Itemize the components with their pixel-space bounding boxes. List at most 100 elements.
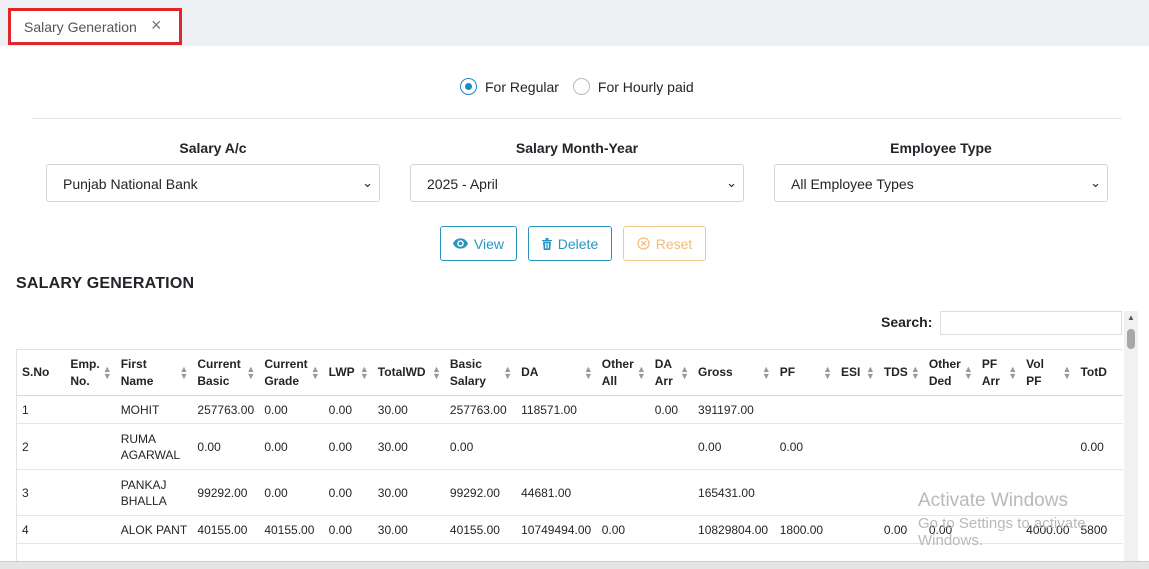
column-header[interactable]: PF Arr ▲ ▼ xyxy=(976,349,1022,396)
table-cell: 30.00 xyxy=(372,423,445,470)
column-header-label: First Name xyxy=(120,356,154,388)
sort-arrows-icon[interactable]: ▲ ▼ xyxy=(1008,364,1017,380)
column-header[interactable]: Other All ▲ ▼ xyxy=(596,349,650,396)
divider xyxy=(32,118,1122,119)
chevron-down-icon: ⌄ xyxy=(362,175,373,190)
view-button[interactable]: View xyxy=(440,226,517,261)
column-header[interactable]: TotalWD ▲ ▼ xyxy=(372,349,445,396)
sort-arrows-icon[interactable]: ▲ ▼ xyxy=(432,364,441,380)
delete-button[interactable]: Delete xyxy=(528,226,612,261)
table-cell: 391197.00 xyxy=(693,395,775,424)
sort-arrows-icon[interactable]: ▲ ▼ xyxy=(584,364,593,380)
activate-windows-watermark: Activate Windows Go to Settings to activ… xyxy=(918,490,1149,549)
column-header[interactable]: Current Basic ▲ ▼ xyxy=(192,349,260,396)
column-header[interactable]: Basic Salary ▲ ▼ xyxy=(444,349,517,396)
table-cell xyxy=(65,469,116,516)
table-cell xyxy=(596,395,650,424)
search-input[interactable] xyxy=(940,311,1122,335)
column-header[interactable]: First Name ▲ ▼ xyxy=(115,349,193,396)
column-header[interactable]: Vol PF ▲ ▼ xyxy=(1021,349,1076,396)
table-cell: 0.00 xyxy=(323,515,373,544)
radio-checked-icon[interactable] xyxy=(460,78,477,95)
sort-arrows-icon[interactable]: ▲ ▼ xyxy=(823,364,832,380)
table-cell xyxy=(976,423,1022,470)
column-header-label: DA xyxy=(521,365,539,379)
radio-unchecked-icon[interactable] xyxy=(572,78,590,95)
cancel-circle-icon xyxy=(637,237,650,250)
sort-arrows-icon[interactable]: ▲ ▼ xyxy=(103,364,112,380)
table-cell xyxy=(835,469,879,516)
table-row[interactable]: 2 RUMA AGARWAL 0.00 0.00 0.00 30.00 0.00 0.00 0.… xyxy=(17,423,1123,470)
table-cell xyxy=(649,423,694,470)
column-header[interactable]: Current Grade ▲ ▼ xyxy=(259,349,324,396)
search-label: Search: xyxy=(881,314,933,330)
table-cell: PANKAJ BHALLA xyxy=(115,469,193,516)
column-header[interactable]: DA ▲ ▼ xyxy=(516,349,597,396)
sort-arrows-icon[interactable]: ▲ ▼ xyxy=(866,364,875,380)
table-header-row: S.No Emp. No. ▲ ▼ First Name ▲ ▼ Current Basic ▲… xyxy=(17,349,1123,396)
table-cell: 0.00 xyxy=(192,423,260,470)
column-header[interactable]: TDS ▲ ▼ xyxy=(878,349,924,396)
column-header[interactable]: S.No xyxy=(17,349,66,396)
table-cell xyxy=(516,423,597,470)
sort-arrows-icon[interactable]: ▲ ▼ xyxy=(246,364,255,380)
table-cell xyxy=(835,395,879,424)
table-cell: 44681.00 xyxy=(516,469,597,516)
table-cell xyxy=(65,515,116,544)
close-icon[interactable]: × xyxy=(151,16,162,34)
sort-arrows-icon[interactable]: ▲ ▼ xyxy=(1063,364,1072,380)
column-header[interactable]: ESI ▲ ▼ xyxy=(835,349,879,396)
table-cell xyxy=(835,423,879,470)
trash-icon xyxy=(541,237,552,250)
sort-arrows-icon[interactable]: ▲ ▼ xyxy=(762,364,771,380)
table-cell: 0.00 xyxy=(323,395,373,424)
column-header[interactable]: PF ▲ ▼ xyxy=(774,349,836,396)
employee-type-label: Employee Type xyxy=(890,140,992,156)
scroll-thumb[interactable] xyxy=(1127,329,1135,349)
salary-month-year-value: 2025 - April xyxy=(427,176,498,192)
reset-button[interactable]: Reset xyxy=(623,226,706,261)
salary-month-year-label: Salary Month-Year xyxy=(515,140,639,156)
table-cell: 0.00 xyxy=(259,395,324,424)
salary-ac-value: Punjab National Bank xyxy=(63,176,198,192)
table-cell: 30.00 xyxy=(372,469,445,516)
table-cell: 99292.00 xyxy=(444,469,517,516)
table-cell xyxy=(835,515,879,544)
column-header[interactable]: Emp. No. ▲ ▼ xyxy=(65,349,116,396)
payment-type-radio-group: For Regular For Hourly paid xyxy=(460,78,708,95)
sort-arrows-icon[interactable]: ▲ ▼ xyxy=(179,364,188,380)
column-header[interactable]: Gross ▲ ▼ xyxy=(693,349,775,396)
radio-for-regular[interactable]: For Regular xyxy=(460,78,559,95)
table-cell xyxy=(878,395,924,424)
sort-arrows-icon[interactable]: ▲ ▼ xyxy=(311,364,320,380)
sort-arrows-icon[interactable]: ▲ ▼ xyxy=(680,364,689,380)
column-header[interactable]: Other Ded ▲ ▼ xyxy=(923,349,977,396)
table-cell: 99292.00 xyxy=(192,469,260,516)
table-cell xyxy=(1021,423,1076,470)
table-cell xyxy=(65,395,116,424)
chevron-down-icon: ⌄ xyxy=(726,175,737,190)
table-cell: 10829804.00 xyxy=(693,515,775,544)
scroll-up-arrow-icon[interactable]: ▲ xyxy=(1127,313,1135,322)
salary-ac-select[interactable]: Punjab National Bank ⌄ xyxy=(46,164,380,202)
table-cell: MOHIT xyxy=(115,395,193,424)
table-cell xyxy=(649,515,694,544)
employee-type-select[interactable]: All Employee Types ⌄ xyxy=(774,164,1108,202)
column-header[interactable]: LWP ▲ ▼ xyxy=(323,349,373,396)
sort-arrows-icon[interactable]: ▲ ▼ xyxy=(911,364,920,380)
table-row[interactable]: 1 MOHIT 257763.00 0.00 0.00 30.00 257763.00 118… xyxy=(17,395,1123,424)
column-header-label: PF xyxy=(779,365,796,379)
table-cell xyxy=(1075,395,1123,424)
column-header[interactable]: TotD xyxy=(1075,349,1123,396)
sort-arrows-icon[interactable]: ▲ ▼ xyxy=(964,364,973,380)
salary-month-year-select[interactable]: 2025 - April ⌄ xyxy=(410,164,744,202)
sort-arrows-icon[interactable]: ▲ ▼ xyxy=(503,364,512,380)
window-bottom-bar xyxy=(0,561,1149,569)
tab-salary-generation[interactable]: Salary Generation × xyxy=(8,8,182,45)
radio-for-hourly[interactable]: For Hourly paid xyxy=(572,78,694,95)
table-cell: 1 xyxy=(17,395,66,424)
sort-arrows-icon[interactable]: ▲ ▼ xyxy=(637,364,646,380)
column-header[interactable]: DA Arr ▲ ▼ xyxy=(649,349,694,396)
table-cell: 0.00 xyxy=(323,423,373,470)
sort-arrows-icon[interactable]: ▲ ▼ xyxy=(360,364,369,380)
